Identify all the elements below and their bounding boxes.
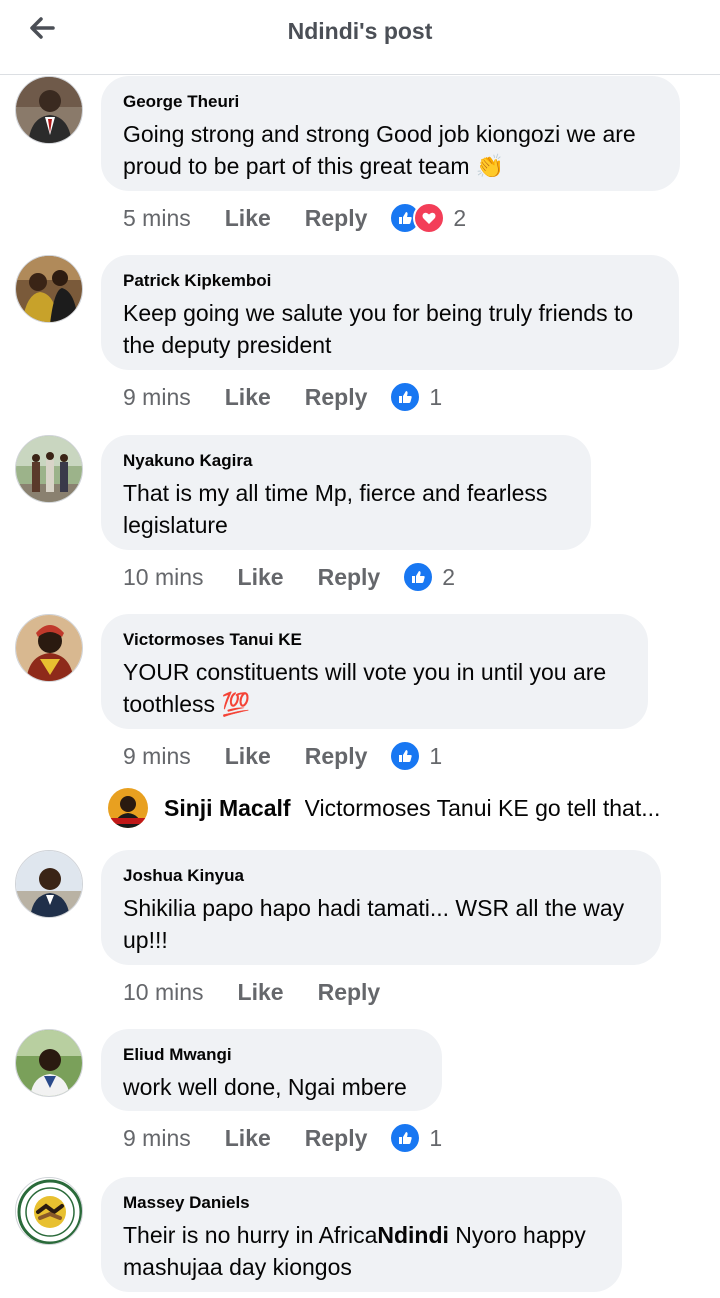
- avatar[interactable]: [15, 435, 83, 503]
- reply-button[interactable]: Reply: [305, 205, 368, 232]
- hundred-points-emoji: 💯: [221, 691, 251, 717]
- comment-actions: 9 mins Like Reply 1: [123, 736, 442, 776]
- comment-actions: 10 mins Like Reply 2: [123, 557, 455, 597]
- reply-text: Victormoses Tanui KE go tell that...: [304, 794, 661, 821]
- like-button[interactable]: Like: [225, 384, 271, 411]
- like-button[interactable]: Like: [225, 205, 271, 232]
- avatar[interactable]: [15, 614, 83, 682]
- reply-preview[interactable]: Sinji Macalf Victormoses Tanui KE go tel…: [108, 786, 708, 830]
- comment-bubble: Eliud Mwangi work well done, Ngai mbere: [101, 1029, 442, 1111]
- like-button[interactable]: Like: [238, 979, 284, 1006]
- reaction-count: 1: [429, 383, 443, 410]
- love-reaction-icon: [413, 202, 446, 234]
- reactions-summary[interactable]: 2: [389, 202, 466, 234]
- comment-author[interactable]: Patrick Kipkemboi: [123, 271, 657, 291]
- comment-text: Shikilia papo hapo hadi tamati... WSR al…: [123, 895, 625, 953]
- comment-time[interactable]: 5 mins: [123, 205, 191, 232]
- comment-text: That is my all time Mp, fierce and fearl…: [123, 480, 548, 538]
- comment-text: Going strong and strong Good job kiongoz…: [123, 121, 636, 179]
- reactions-summary[interactable]: 1: [389, 1122, 442, 1154]
- comment-actions: 9 mins Like Reply 1: [123, 1118, 442, 1158]
- comment-text: work well done, Ngai mbere: [123, 1074, 407, 1100]
- comment-bubble: Victormoses Tanui KE YOUR constituents w…: [101, 614, 648, 729]
- like-reaction-icon: [389, 381, 422, 413]
- comment-text: YOUR constituents will vote you in until…: [123, 659, 607, 717]
- like-button[interactable]: Like: [225, 1125, 271, 1152]
- like-button[interactable]: Like: [238, 564, 284, 591]
- comment-author[interactable]: Nyakuno Kagira: [123, 451, 569, 471]
- comment-author[interactable]: Joshua Kinyua: [123, 866, 639, 886]
- reply-button[interactable]: Reply: [305, 743, 368, 770]
- reply-button[interactable]: Reply: [318, 564, 381, 591]
- comment-time[interactable]: 10 mins: [123, 564, 204, 591]
- comment-actions: 9 mins Like Reply 1: [123, 377, 442, 417]
- comment-bubble: Nyakuno Kagira That is my all time Mp, f…: [101, 435, 591, 550]
- comment-author[interactable]: George Theuri: [123, 92, 658, 112]
- avatar[interactable]: [15, 850, 83, 918]
- comment-author[interactable]: Massey Daniels: [123, 1193, 600, 1213]
- reaction-count: 2: [442, 563, 456, 590]
- like-reaction-icon: [389, 1122, 422, 1154]
- comment-text: Their is no hurry in AfricaNdindi Nyoro …: [123, 1222, 586, 1280]
- comment-author[interactable]: Eliud Mwangi: [123, 1045, 420, 1065]
- reply-author[interactable]: Sinji Macalf: [164, 795, 291, 822]
- page-title: Ndindi's post: [287, 18, 433, 44]
- comment-bubble: Massey Daniels Their is no hurry in Afri…: [101, 1177, 622, 1292]
- top-bar: Ndindi's post: [0, 0, 720, 75]
- comment-time[interactable]: 10 mins: [123, 979, 204, 1006]
- avatar[interactable]: [15, 76, 83, 144]
- reactions-summary[interactable]: 2: [402, 561, 455, 593]
- comment-text: Keep going we salute you for being truly…: [123, 300, 634, 358]
- reply-button[interactable]: Reply: [305, 384, 368, 411]
- comment-bubble: Patrick Kipkemboi Keep going we salute y…: [101, 255, 679, 370]
- comment-time[interactable]: 9 mins: [123, 1125, 191, 1152]
- comment-time[interactable]: 9 mins: [123, 384, 191, 411]
- comment-author[interactable]: Victormoses Tanui KE: [123, 630, 626, 650]
- comment-bubble: George Theuri Going strong and strong Go…: [101, 76, 680, 191]
- avatar[interactable]: [15, 1029, 83, 1097]
- comment-bubble: Joshua Kinyua Shikilia papo hapo hadi ta…: [101, 850, 661, 965]
- like-reaction-icon: [402, 561, 435, 593]
- avatar[interactable]: [15, 255, 83, 323]
- reaction-count: 2: [453, 204, 467, 231]
- reply-avatar[interactable]: [108, 788, 148, 828]
- reactions-summary[interactable]: 1: [389, 740, 442, 772]
- reactions-summary[interactable]: 1: [389, 381, 442, 413]
- avatar[interactable]: [15, 1177, 83, 1245]
- reaction-count: 1: [429, 1124, 443, 1151]
- mention-tag[interactable]: Ndindi: [377, 1222, 449, 1248]
- reply-button[interactable]: Reply: [305, 1125, 368, 1152]
- reply-button[interactable]: Reply: [318, 979, 381, 1006]
- clapping-emoji: 👏: [475, 153, 505, 179]
- like-reaction-icon: [389, 740, 422, 772]
- comment-actions: 5 mins Like Reply 2: [123, 198, 466, 238]
- comment-time[interactable]: 9 mins: [123, 743, 191, 770]
- reaction-count: 1: [429, 742, 443, 769]
- like-button[interactable]: Like: [225, 743, 271, 770]
- comment-actions: 10 mins Like Reply: [123, 972, 380, 1012]
